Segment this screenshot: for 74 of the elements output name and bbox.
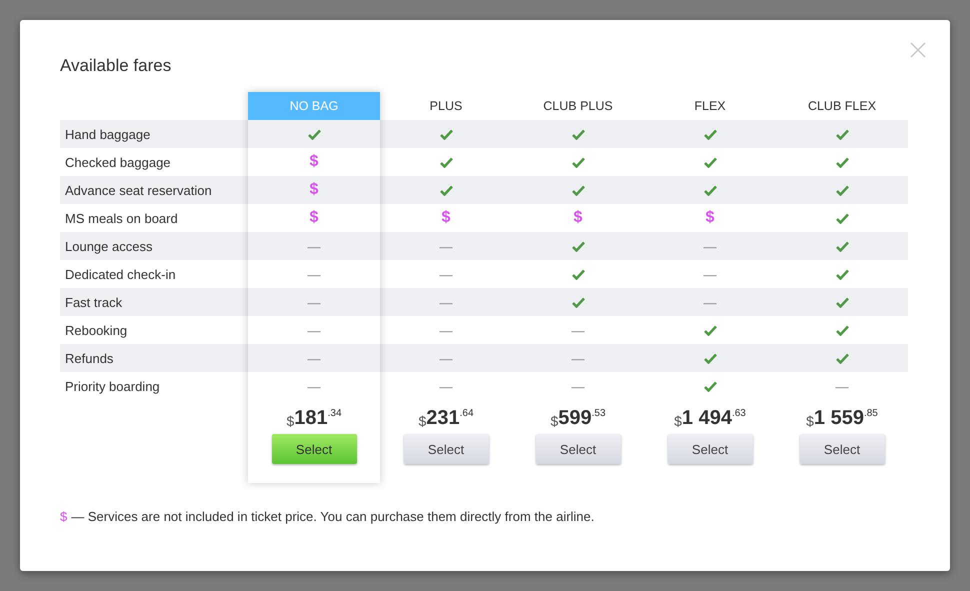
fare-header: CLUB PLUS bbox=[542, 98, 614, 115]
check-icon bbox=[704, 128, 716, 140]
check-icon bbox=[704, 184, 716, 196]
not-included-dash: — bbox=[704, 266, 716, 282]
feature-label: Dedicated check-in bbox=[65, 266, 176, 282]
paid-mark: $ bbox=[310, 209, 318, 227]
check-icon bbox=[440, 156, 452, 168]
select-button[interactable]: Select bbox=[404, 434, 488, 464]
check-icon bbox=[704, 156, 716, 168]
not-included-dash: — bbox=[440, 266, 452, 282]
check-icon bbox=[572, 128, 584, 140]
check-icon bbox=[572, 156, 584, 168]
check-icon bbox=[836, 128, 848, 140]
check-icon bbox=[704, 352, 716, 364]
check-icon bbox=[836, 240, 848, 252]
fare-header: CLUB FLEX bbox=[806, 98, 878, 115]
select-button[interactable]: Select bbox=[668, 434, 752, 464]
fare-header: FLEX bbox=[693, 98, 727, 115]
feature-label: Checked baggage bbox=[65, 154, 171, 170]
not-included-dash: — bbox=[440, 322, 452, 338]
dialog-title: Available fares bbox=[60, 56, 172, 76]
not-included-dash: — bbox=[308, 322, 320, 338]
check-icon bbox=[440, 184, 452, 196]
paid-mark: $ bbox=[60, 509, 68, 524]
check-icon bbox=[836, 184, 848, 196]
check-icon bbox=[440, 128, 452, 140]
check-icon bbox=[836, 212, 848, 224]
check-icon bbox=[704, 380, 716, 392]
not-included-dash: — bbox=[440, 238, 452, 254]
not-included-dash: — bbox=[572, 378, 584, 394]
not-included-dash: — bbox=[704, 294, 716, 310]
check-icon bbox=[836, 268, 848, 280]
not-included-dash: — bbox=[572, 350, 584, 366]
not-included-dash: — bbox=[308, 266, 320, 282]
not-included-dash: — bbox=[308, 294, 320, 310]
check-icon bbox=[836, 156, 848, 168]
check-icon bbox=[572, 296, 584, 308]
select-button[interactable]: Select bbox=[272, 434, 356, 464]
feature-label: Advance seat reservation bbox=[65, 182, 212, 198]
paid-mark: $ bbox=[310, 153, 318, 171]
feature-label: Refunds bbox=[65, 350, 114, 366]
check-icon bbox=[836, 352, 848, 364]
feature-label: Priority boarding bbox=[65, 378, 160, 394]
check-icon bbox=[572, 184, 584, 196]
not-included-dash: — bbox=[440, 294, 452, 310]
not-included-dash: — bbox=[308, 378, 320, 394]
feature-label: Fast track bbox=[65, 294, 122, 310]
feature-label: Rebooking bbox=[65, 322, 128, 338]
not-included-dash: — bbox=[704, 238, 716, 254]
footnote-text: — Services are not included in ticket price. You can purchase them directly from the airline. bbox=[71, 509, 594, 524]
check-icon bbox=[572, 268, 584, 280]
fare-header: NO BAG bbox=[248, 92, 380, 120]
select-button[interactable]: Select bbox=[800, 434, 884, 464]
select-button[interactable]: Select bbox=[536, 434, 620, 464]
not-included-dash: — bbox=[308, 238, 320, 254]
check-icon bbox=[308, 128, 320, 140]
close-icon[interactable] bbox=[910, 42, 926, 58]
paid-mark: $ bbox=[706, 209, 714, 227]
check-icon bbox=[572, 240, 584, 252]
not-included-dash: — bbox=[440, 350, 452, 366]
check-icon bbox=[836, 296, 848, 308]
paid-mark: $ bbox=[310, 181, 318, 199]
paid-mark: $ bbox=[574, 209, 582, 227]
not-included-dash: — bbox=[836, 378, 848, 394]
not-included-dash: — bbox=[308, 350, 320, 366]
feature-label: MS meals on board bbox=[65, 210, 178, 226]
check-icon bbox=[704, 324, 716, 336]
not-included-dash: — bbox=[440, 378, 452, 394]
check-icon bbox=[836, 324, 848, 336]
feature-label: Hand baggage bbox=[65, 126, 150, 142]
feature-label: Lounge access bbox=[65, 238, 152, 254]
fare-header: PLUS bbox=[428, 98, 464, 115]
not-included-dash: — bbox=[572, 322, 584, 338]
paid-mark: $ bbox=[442, 209, 450, 227]
